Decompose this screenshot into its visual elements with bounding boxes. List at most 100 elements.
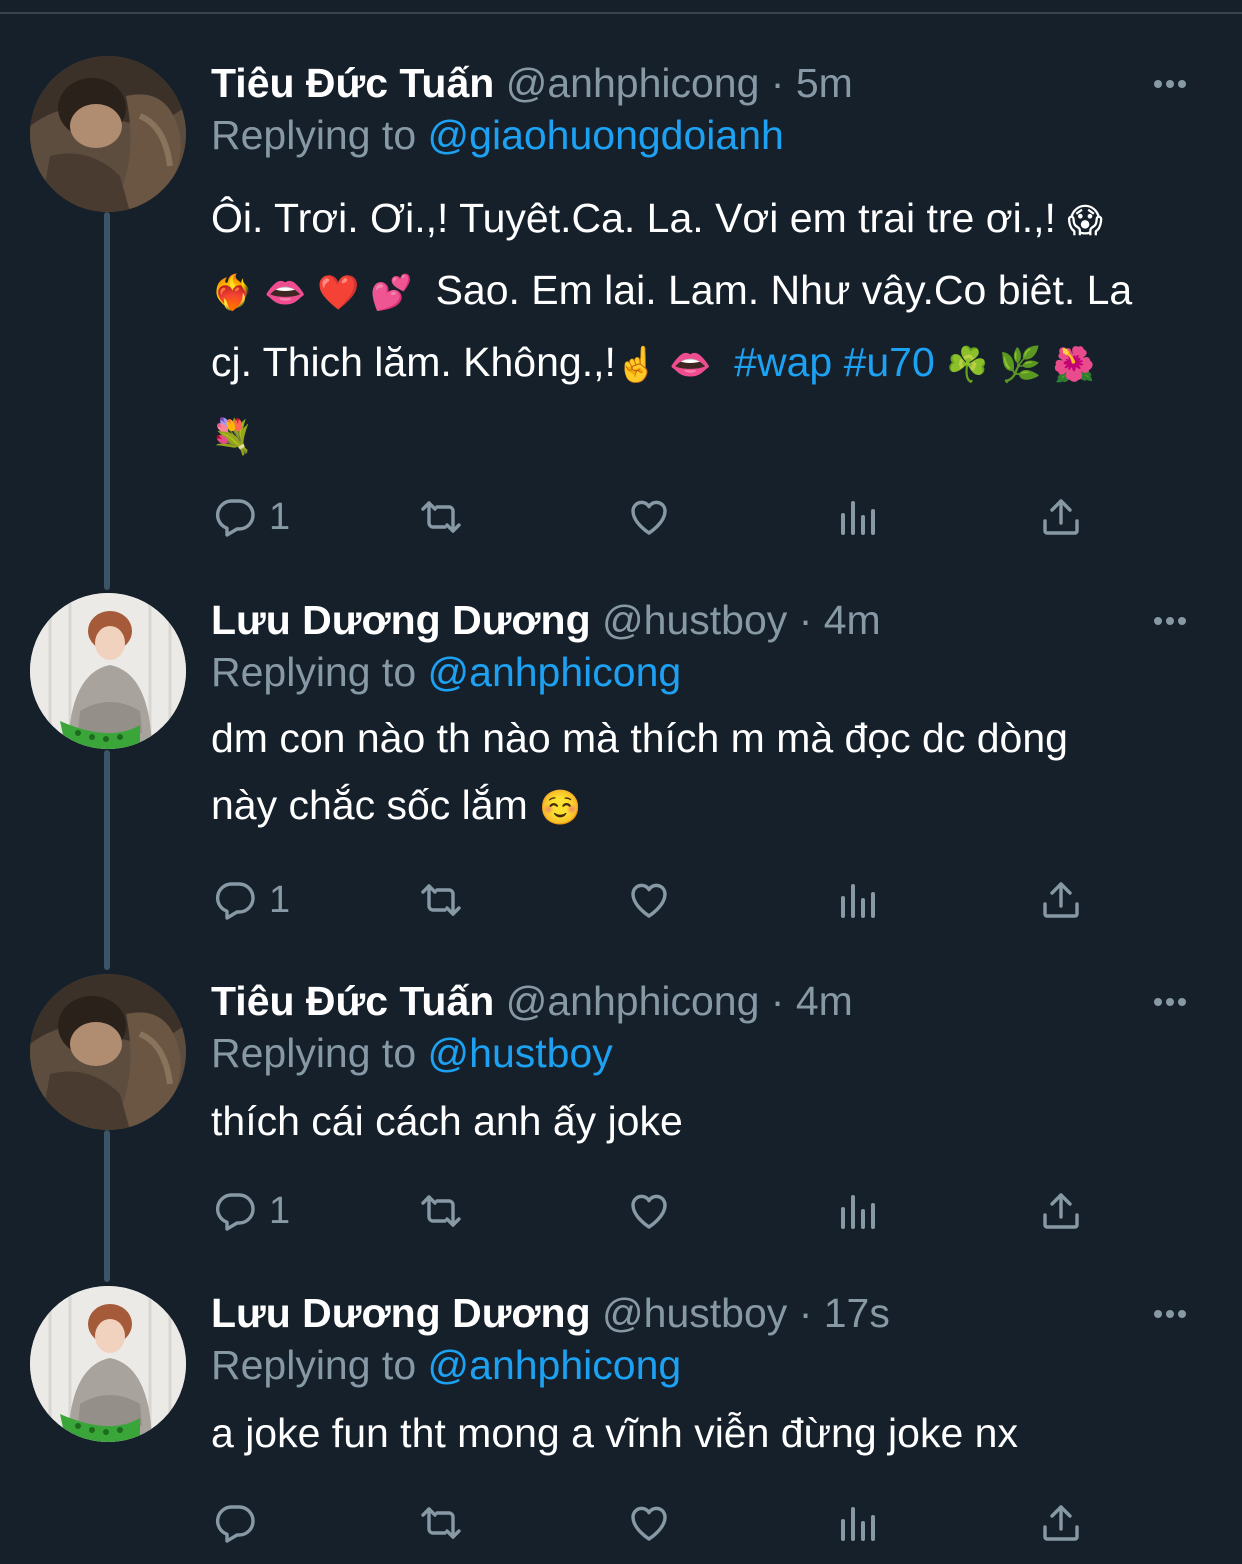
like-icon [625,876,673,924]
mention-link[interactable]: @anhphicong [428,649,682,695]
emoji: ☺️ [539,788,582,828]
timestamp[interactable]: 4m [824,597,881,643]
like-icon [625,493,673,541]
more-icon[interactable] [1150,1294,1190,1334]
display-name[interactable]: Tiêu Đức Tuấn [211,60,494,106]
analytics-button[interactable] [833,1498,881,1548]
share-button[interactable] [1037,875,1085,925]
avatar[interactable] [30,56,186,212]
tweet-text: Ôi. Trơi. Ơi.,! Tuyêt.Ca. La. Vơi em tra… [211,184,1186,472]
display-name[interactable]: Lưu Dương Dương [211,1290,591,1336]
like-button[interactable] [625,875,673,925]
tweet-text: a joke fun tht mong a vĩnh viễn đừng jok… [211,1400,1186,1467]
emoji: ☘️ 🌿 🌺 [946,345,1095,385]
tweet-header: Lưu Dương Dương @hustboy · 4m [211,595,881,645]
more-icon[interactable] [1150,982,1190,1022]
mention-link[interactable]: @giaohuongdoianh [428,112,784,158]
tweet[interactable]: Tiêu Đức Tuấn @anhphicong · 4m Replying … [0,974,1242,1244]
text-line: Ôi. Trơi. Ơi.,! Tuyêt.Ca. La. Vơi em tra… [211,195,1056,241]
top-divider [0,12,1242,14]
tweet-actions: 1 [211,875,1111,925]
separator-dot: · [770,60,785,106]
avatar[interactable] [30,974,186,1130]
text-line: này chắc sốc lắm [211,782,528,828]
separator-dot: · [798,597,813,643]
reply-button[interactable]: 1 [211,492,290,542]
share-icon [1037,1499,1085,1547]
share-icon [1037,1187,1085,1235]
analytics-icon [833,1187,881,1235]
tweet-text: dm con nào th nào mà thích m mà đọc dc d… [211,705,1186,842]
timestamp[interactable]: 17s [824,1290,890,1336]
reply-count: 1 [269,878,291,921]
display-name[interactable]: Tiêu Đức Tuấn [211,978,494,1024]
reply-count: 1 [269,495,291,538]
emoji: 😱 [1067,201,1103,241]
analytics-button[interactable] [833,492,881,542]
retweet-button[interactable] [417,1498,465,1548]
retweet-button[interactable] [417,875,465,925]
replying-to: Replying to @hustboy [211,1028,613,1078]
like-button[interactable] [625,492,673,542]
like-button[interactable] [625,1498,673,1548]
mention-link[interactable]: @hustboy [428,1030,613,1076]
reply-icon [211,876,259,924]
analytics-icon [833,493,881,541]
replying-to: Replying to @anhphicong [211,1340,681,1390]
tweet[interactable]: Lưu Dương Dương @hustboy · 4m Replying t… [0,593,1242,933]
tweet[interactable]: Lưu Dương Dương @hustboy · 17s Replying … [0,1286,1242,1556]
timestamp[interactable]: 5m [796,60,853,106]
retweet-button[interactable] [417,1186,465,1236]
replying-prefix: Replying to [211,112,417,158]
more-icon[interactable] [1150,601,1190,641]
more-icon[interactable] [1150,64,1190,104]
retweet-icon [417,493,465,541]
avatar[interactable] [30,593,186,749]
user-handle[interactable]: @hustboy [602,597,787,643]
like-button[interactable] [625,1186,673,1236]
text-line: thích cái cách anh ấy joke [211,1098,683,1144]
reply-icon [211,1499,259,1547]
display-name[interactable]: Lưu Dương Dương [211,597,591,643]
reply-button[interactable]: 1 [211,1186,290,1236]
tweet-actions: 1 [211,1186,1111,1236]
separator-dot: · [770,978,785,1024]
reply-button[interactable] [211,1498,269,1548]
share-icon [1037,493,1085,541]
share-button[interactable] [1037,492,1085,542]
retweet-icon [417,876,465,924]
reply-button[interactable]: 1 [211,875,290,925]
share-button[interactable] [1037,1186,1085,1236]
analytics-button[interactable] [833,1186,881,1236]
tweet-actions [211,1498,1111,1548]
user-handle[interactable]: @anhphicong [506,60,760,106]
reply-count: 1 [269,1189,291,1232]
hashtag-link[interactable]: #wap #u70 [734,339,935,385]
text-line: Sao. Em lai. Lam. Như vây.Co biêt. La [435,267,1133,313]
analytics-icon [833,1499,881,1547]
replying-prefix: Replying to [211,1342,417,1388]
tweet[interactable]: Tiêu Đức Tuấn @anhphicong · 5m Replying … [0,56,1242,556]
user-handle[interactable]: @anhphicong [506,978,760,1024]
share-icon [1037,876,1085,924]
tweet-header: Lưu Dương Dương @hustboy · 17s [211,1288,890,1338]
timestamp[interactable]: 4m [796,978,853,1024]
text-line: a joke fun tht mong a vĩnh viễn đừng jok… [211,1410,1018,1456]
emoji: ❤️‍🔥 👄 ❤️ 💕 [211,273,413,313]
reply-icon [211,1187,259,1235]
mention-link[interactable]: @anhphicong [428,1342,682,1388]
replying-prefix: Replying to [211,1030,417,1076]
like-icon [625,1499,673,1547]
replying-to: Replying to @anhphicong [211,647,681,697]
analytics-button[interactable] [833,875,881,925]
tweet-header: Tiêu Đức Tuấn @anhphicong · 5m [211,58,853,108]
avatar[interactable] [30,1286,186,1442]
replying-prefix: Replying to [211,649,417,695]
retweet-button[interactable] [417,492,465,542]
like-icon [625,1187,673,1235]
share-button[interactable] [1037,1498,1085,1548]
tweet-header: Tiêu Đức Tuấn @anhphicong · 4m [211,976,853,1026]
user-handle[interactable]: @hustboy [602,1290,787,1336]
replying-to: Replying to @giaohuongdoianh [211,110,784,160]
retweet-icon [417,1187,465,1235]
